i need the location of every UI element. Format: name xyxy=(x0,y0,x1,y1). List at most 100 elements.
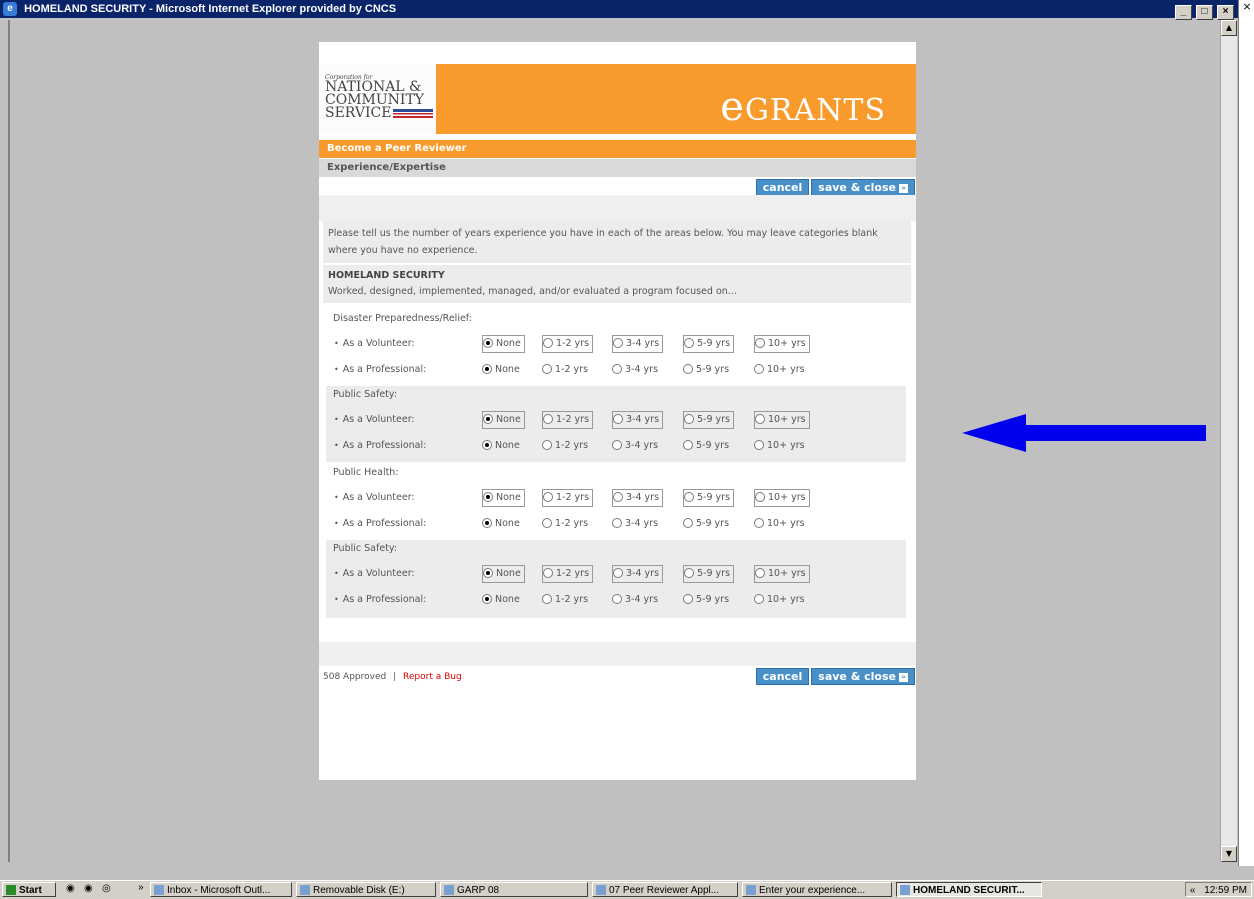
radio-button-icon[interactable] xyxy=(542,363,552,374)
radio-option[interactable]: 3-4 yrs xyxy=(612,590,658,610)
radio-button-icon[interactable] xyxy=(683,363,693,374)
radio-button-icon[interactable] xyxy=(482,439,492,450)
radio-button-icon[interactable] xyxy=(613,567,623,578)
radio-option[interactable]: 3-4 yrs xyxy=(612,335,664,353)
radio-option[interactable]: 10+ yrs xyxy=(754,489,810,507)
taskbar-item[interactable]: GARP 08 xyxy=(440,882,588,897)
radio-option[interactable]: 3-4 yrs xyxy=(612,436,658,456)
radio-button-icon[interactable] xyxy=(754,363,764,374)
radio-option[interactable]: 10+ yrs xyxy=(754,565,810,583)
radio-option[interactable]: 5-9 yrs xyxy=(683,411,735,429)
radio-option[interactable]: 1-2 yrs xyxy=(542,436,588,456)
radio-button-icon[interactable] xyxy=(684,567,694,578)
taskbar-item[interactable]: Enter your experience... xyxy=(742,882,892,897)
radio-button-icon[interactable] xyxy=(755,337,765,348)
taskbar-item[interactable]: Inbox - Microsoft Outl... xyxy=(150,882,292,897)
radio-button-icon[interactable] xyxy=(483,337,493,348)
radio-option[interactable]: None xyxy=(482,436,520,456)
radio-button-icon[interactable] xyxy=(755,413,765,424)
taskbar-item[interactable]: HOMELAND SECURIT... xyxy=(896,882,1042,897)
close-button[interactable]: × xyxy=(1217,5,1234,20)
radio-option[interactable]: 5-9 yrs xyxy=(683,590,729,610)
radio-option[interactable]: 1-2 yrs xyxy=(542,335,594,353)
radio-option[interactable]: None xyxy=(482,411,525,429)
vertical-scrollbar[interactable]: ▲ ▼ xyxy=(1220,20,1237,862)
radio-button-icon[interactable] xyxy=(683,517,693,528)
radio-button-icon[interactable] xyxy=(613,413,623,424)
radio-button-icon[interactable] xyxy=(543,567,553,578)
start-button[interactable]: Start xyxy=(2,882,56,897)
radio-button-icon[interactable] xyxy=(755,567,765,578)
radio-button-icon[interactable] xyxy=(683,593,693,604)
radio-button-icon[interactable] xyxy=(612,363,622,374)
radio-button-icon[interactable] xyxy=(482,517,492,528)
maximize-button[interactable]: □ xyxy=(1195,5,1213,20)
radio-option[interactable]: 5-9 yrs xyxy=(683,335,735,353)
radio-button-icon[interactable] xyxy=(613,337,623,348)
quicklaunch-more-chevron[interactable]: » xyxy=(138,882,144,893)
radio-button-icon[interactable] xyxy=(482,363,492,374)
scroll-down-arrow-icon[interactable]: ▼ xyxy=(1221,846,1237,862)
taskbar-item[interactable]: Removable Disk (E:) xyxy=(296,882,436,897)
radio-button-icon[interactable] xyxy=(543,337,553,348)
radio-button-icon[interactable] xyxy=(612,517,622,528)
radio-option[interactable]: 3-4 yrs xyxy=(612,411,664,429)
radio-button-icon[interactable] xyxy=(483,413,493,424)
radio-option[interactable]: 10+ yrs xyxy=(754,514,805,534)
radio-button-icon[interactable] xyxy=(612,593,622,604)
radio-button-icon[interactable] xyxy=(684,491,694,502)
radio-option[interactable]: 5-9 yrs xyxy=(683,514,729,534)
radio-option[interactable]: 10+ yrs xyxy=(754,360,805,380)
radio-option[interactable]: 10+ yrs xyxy=(754,335,810,353)
scroll-up-arrow-icon[interactable]: ▲ xyxy=(1221,20,1237,36)
radio-option[interactable]: None xyxy=(482,565,525,583)
minimize-button[interactable]: _ xyxy=(1174,5,1192,20)
radio-option[interactable]: 1-2 yrs xyxy=(542,360,588,380)
radio-option[interactable]: 10+ yrs xyxy=(754,590,805,610)
radio-button-icon[interactable] xyxy=(482,593,492,604)
cancel-button[interactable]: cancel xyxy=(755,179,810,196)
radio-option[interactable]: 3-4 yrs xyxy=(612,565,664,583)
radio-option[interactable]: 10+ yrs xyxy=(754,411,810,429)
radio-button-icon[interactable] xyxy=(543,491,553,502)
radio-option[interactable]: None xyxy=(482,335,525,353)
radio-option[interactable]: 10+ yrs xyxy=(754,436,805,456)
taskbar-item[interactable]: 07 Peer Reviewer Appl... xyxy=(592,882,738,897)
radio-option[interactable]: 3-4 yrs xyxy=(612,489,664,507)
radio-option[interactable]: 1-2 yrs xyxy=(542,590,588,610)
radio-button-icon[interactable] xyxy=(683,439,693,450)
radio-button-icon[interactable] xyxy=(754,517,764,528)
radio-option[interactable]: 3-4 yrs xyxy=(612,514,658,534)
save-close-button-bottom[interactable]: save & close» xyxy=(811,668,915,685)
radio-button-icon[interactable] xyxy=(684,337,694,348)
radio-option[interactable]: 5-9 yrs xyxy=(683,360,729,380)
quicklaunch-browser-icon[interactable]: ◉ xyxy=(84,883,93,894)
quicklaunch-ie-icon[interactable]: ◉ xyxy=(66,883,75,894)
radio-button-icon[interactable] xyxy=(542,439,552,450)
radio-button-icon[interactable] xyxy=(483,567,493,578)
radio-option[interactable]: 5-9 yrs xyxy=(683,489,735,507)
radio-button-icon[interactable] xyxy=(542,593,552,604)
radio-button-icon[interactable] xyxy=(754,439,764,450)
radio-button-icon[interactable] xyxy=(543,413,553,424)
radio-option[interactable]: 1-2 yrs xyxy=(542,565,594,583)
radio-button-icon[interactable] xyxy=(612,439,622,450)
quicklaunch-outlook-icon[interactable]: ◎ xyxy=(102,883,111,894)
radio-option[interactable]: None xyxy=(482,514,520,534)
radio-option[interactable]: 5-9 yrs xyxy=(683,565,735,583)
radio-option[interactable]: 3-4 yrs xyxy=(612,360,658,380)
radio-option[interactable]: 5-9 yrs xyxy=(683,436,729,456)
radio-button-icon[interactable] xyxy=(755,491,765,502)
radio-option[interactable]: None xyxy=(482,360,520,380)
radio-option[interactable]: 1-2 yrs xyxy=(542,489,594,507)
radio-option[interactable]: 1-2 yrs xyxy=(542,411,594,429)
radio-button-icon[interactable] xyxy=(684,413,694,424)
radio-button-icon[interactable] xyxy=(483,491,493,502)
radio-button-icon[interactable] xyxy=(754,593,764,604)
radio-option[interactable]: None xyxy=(482,489,525,507)
tray-chevron[interactable]: « xyxy=(1190,885,1196,896)
cancel-button-bottom[interactable]: cancel xyxy=(755,668,810,685)
radio-option[interactable]: None xyxy=(482,590,520,610)
report-bug-link[interactable]: Report a Bug xyxy=(403,672,462,682)
radio-button-icon[interactable] xyxy=(542,517,552,528)
